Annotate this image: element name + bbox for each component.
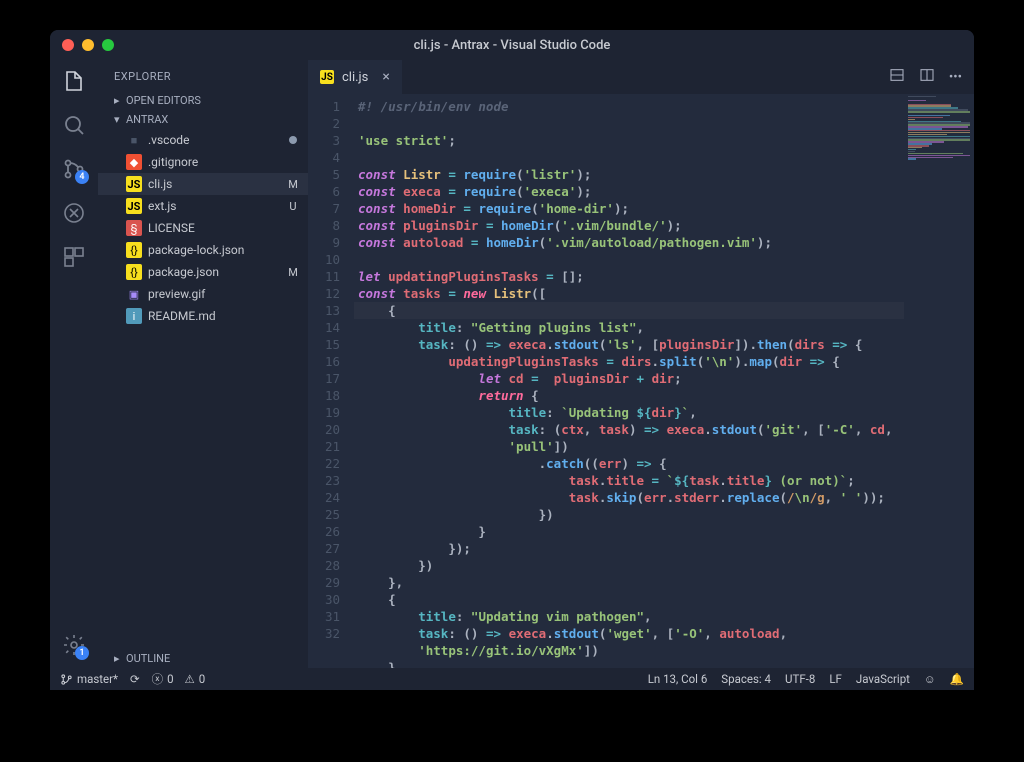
- explorer-icon[interactable]: [61, 68, 87, 94]
- file-label: .gitignore: [148, 155, 198, 169]
- file-label: package-lock.json: [148, 243, 244, 257]
- file-LICENSE[interactable]: § LICENSE: [98, 217, 308, 239]
- tab-bar: JS cli.js × •••: [308, 60, 974, 94]
- lic-icon: §: [126, 220, 142, 236]
- js-icon: JS: [126, 198, 142, 214]
- file-package-json[interactable]: {} package.json M: [98, 261, 308, 283]
- img-icon: ▣: [126, 286, 142, 302]
- eol[interactable]: LF: [829, 672, 842, 686]
- minimap[interactable]: [904, 94, 974, 668]
- json-icon: {}: [126, 242, 142, 258]
- split-horizontal-icon[interactable]: [889, 67, 905, 87]
- file-ext-js[interactable]: JS ext.js U: [98, 195, 308, 217]
- file-label: README.md: [148, 309, 216, 323]
- indentation[interactable]: Spaces: 4: [721, 672, 771, 686]
- close-window-icon[interactable]: [62, 39, 74, 51]
- scm-icon[interactable]: 4: [61, 156, 87, 182]
- window-title: cli.js - Antrax - Visual Studio Code: [50, 38, 974, 53]
- statusbar: master* ⟳ ⓧ0 ⚠0 Ln 13, Col 6 Spaces: 4 U…: [50, 668, 974, 690]
- sidebar: EXPLORER ▸OPEN EDITORS ▾ANTRAX ■ .vscode ◆…: [98, 60, 308, 668]
- minimize-window-icon[interactable]: [82, 39, 94, 51]
- file-package-lock-json[interactable]: {} package-lock.json: [98, 239, 308, 261]
- sidebar-title: EXPLORER: [98, 60, 308, 91]
- notifications-icon[interactable]: 🔔: [950, 672, 964, 686]
- modified-dot-icon: [289, 136, 297, 144]
- sync-icon[interactable]: ⟳: [130, 672, 140, 686]
- folder-icon: ■: [126, 132, 142, 148]
- scm-badge: 4: [75, 170, 89, 184]
- settings-badge: 1: [75, 646, 89, 660]
- file--vscode[interactable]: ■ .vscode: [98, 129, 308, 151]
- branch-indicator[interactable]: master*: [60, 672, 118, 686]
- section-outline[interactable]: ▸OUTLINE: [98, 649, 308, 668]
- debug-icon[interactable]: [61, 200, 87, 226]
- line-gutter: 1234567891011121314151617181920212223242…: [308, 94, 354, 668]
- tab-label: cli.js: [342, 70, 368, 85]
- extensions-icon[interactable]: [61, 244, 87, 270]
- titlebar: cli.js - Antrax - Visual Studio Code: [50, 30, 974, 60]
- more-icon[interactable]: •••: [949, 70, 962, 85]
- file-README-md[interactable]: i README.md: [98, 305, 308, 327]
- split-editor-icon[interactable]: [919, 67, 935, 87]
- close-tab-icon[interactable]: ×: [382, 69, 389, 85]
- file-status: M: [286, 266, 300, 279]
- file-label: ext.js: [148, 199, 176, 213]
- maximize-window-icon[interactable]: [102, 39, 114, 51]
- encoding[interactable]: UTF-8: [785, 672, 815, 686]
- file-label: cli.js: [148, 177, 172, 191]
- file-label: package.json: [148, 265, 219, 279]
- tab-cli-js[interactable]: JS cli.js ×: [308, 60, 402, 94]
- activity-bar: 4 1: [50, 60, 98, 668]
- file-preview-gif[interactable]: ▣ preview.gif: [98, 283, 308, 305]
- section-open-editors[interactable]: ▸OPEN EDITORS: [98, 91, 308, 110]
- search-icon[interactable]: [61, 112, 87, 138]
- file-label: .vscode: [148, 133, 189, 147]
- code-area[interactable]: #! /usr/bin/env node 'use strict'; const…: [354, 94, 974, 668]
- js-icon: JS: [320, 70, 334, 84]
- md-icon: i: [126, 308, 142, 324]
- problems-indicator[interactable]: ⓧ0 ⚠0: [152, 671, 206, 687]
- language-mode[interactable]: JavaScript: [856, 672, 910, 686]
- file-status: U: [286, 200, 300, 213]
- file-cli-js[interactable]: JS cli.js M: [98, 173, 308, 195]
- section-project[interactable]: ▾ANTRAX: [98, 110, 308, 129]
- git-icon: ◆: [126, 154, 142, 170]
- cursor-position[interactable]: Ln 13, Col 6: [648, 672, 708, 686]
- file--gitignore[interactable]: ◆ .gitignore: [98, 151, 308, 173]
- json-icon: {}: [126, 264, 142, 280]
- settings-gear-icon[interactable]: 1: [61, 632, 87, 658]
- js-icon: JS: [126, 176, 142, 192]
- file-label: LICENSE: [148, 221, 195, 235]
- file-label: preview.gif: [148, 287, 205, 301]
- file-status: M: [286, 178, 300, 191]
- feedback-icon[interactable]: ☺: [924, 672, 936, 686]
